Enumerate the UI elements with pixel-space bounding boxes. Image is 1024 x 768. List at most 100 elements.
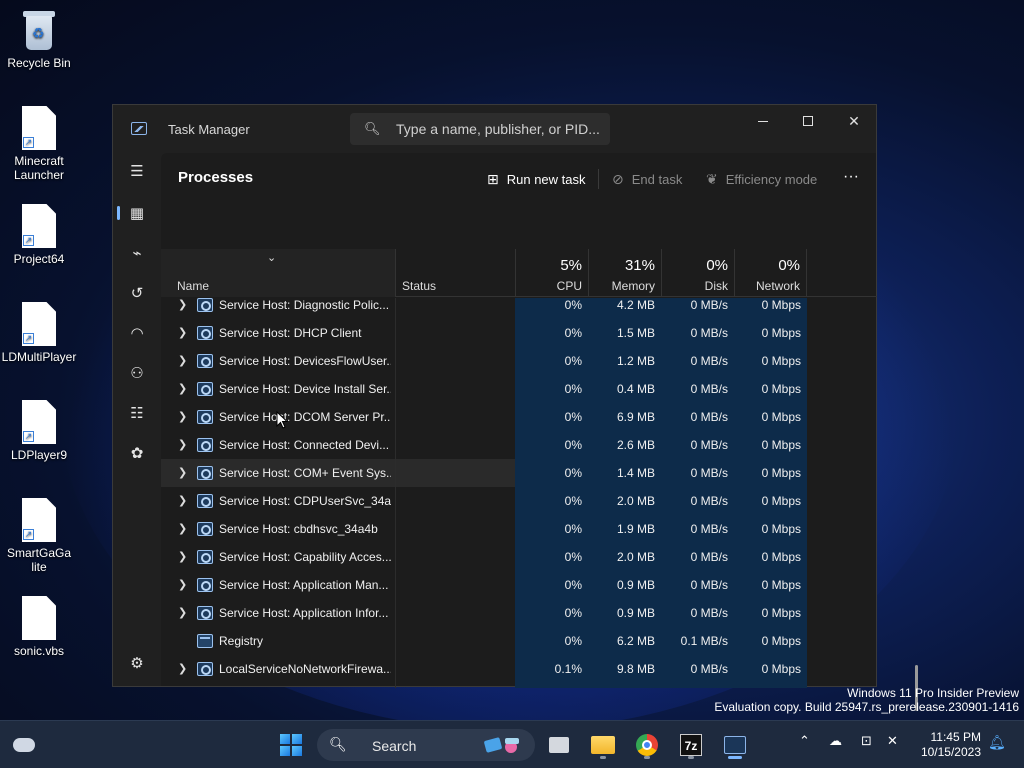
process-status-cell [395,431,515,459]
table-row[interactable]: ❯ Service Host: DHCP Client 0% 1.5 MB 0 MB/s… [161,319,807,347]
table-row[interactable]: Registry 0% 6.2 MB 0.1 MB/s 0 Mbps [161,627,807,655]
column-header-disk[interactable]: 0% Disk [661,249,734,297]
task-view-button[interactable] [543,729,575,761]
volume-muted-icon[interactable]: ✕ [887,733,898,749]
desktop-icon-project64[interactable]: ↗ Project64 [0,204,78,266]
efficiency-mode-button[interactable]: ❦ Efficiency mode [706,165,817,193]
watermark-line-2: Evaluation copy. Build 25947.rs_prerelea… [714,700,1019,714]
column-header-name[interactable]: ⌄ Name [161,249,395,297]
expand-chevron-icon[interactable]: ❯ [178,431,187,459]
table-row[interactable]: ❯ LocalServiceNoNetworkFirewa... 0.1% 9.8 M… [161,655,807,683]
table-row[interactable]: ❯ Service Host: CDPUserSvc_34a... 0% 2.0 MB… [161,487,807,515]
expand-chevron-icon[interactable]: ❯ [178,319,187,347]
nav-users[interactable]: ⚇ [119,355,155,391]
desktop-icon-minecraft-launcher[interactable]: ↗ Minecraft Launcher [0,106,78,182]
table-row[interactable]: ❯ Service Host: Application Man... 0% 0.9 M… [161,571,807,599]
table-row[interactable]: ❯ Local Security Authority Proce... 0%5.5 … [161,683,807,688]
expand-chevron-icon[interactable]: ❯ [178,375,187,403]
process-memory: 2.0 MB [588,543,661,571]
table-row[interactable]: ❯ Service Host: COM+ Event Sys... 0% 1.4 MB… [161,459,807,487]
processes-icon: ▦ [129,205,145,222]
network-icon[interactable]: ⊡ [861,733,872,749]
nav-settings[interactable]: ⚙ [119,645,155,681]
performance-icon: ⌁ [132,245,142,262]
desktop-icon-smartgaga-lite[interactable]: ↗ SmartGaGa lite [0,498,78,574]
expand-chevron-icon[interactable]: ❯ [178,298,187,319]
service-gear-icon [197,522,213,536]
table-row[interactable]: ❯ Service Host: DCOM Server Pr... 0% 6.9 MB… [161,403,807,431]
end-task-button[interactable]: ⊘ End task [612,165,682,193]
expand-chevron-icon[interactable]: ❯ [178,571,187,599]
process-name: Service Host: Device Install Ser... [219,382,391,396]
process-cpu: 0% [515,515,588,543]
disk-total-percent: 0% [706,257,728,274]
minimize-button[interactable] [740,105,786,137]
column-header-cpu[interactable]: 5% CPU [515,249,588,297]
desktop-icon-sonic-vbs[interactable]: sonic.vbs [0,596,78,658]
windows-logo-icon [280,734,302,756]
table-row[interactable]: ❯ Service Host: Device Install Ser... 0% 0.… [161,375,807,403]
process-name-cell: ❯ Service Host: COM+ Event Sys... [161,459,395,487]
expand-chevron-icon[interactable]: ❯ [178,599,187,627]
show-hidden-icons-chevron-icon[interactable]: ⌃ [799,733,810,749]
desktop-icon-ldmultiplayer[interactable]: ↗ LDMultiPlayer [0,302,78,364]
service-gear-icon [197,298,213,312]
desktop-icon-recycle-bin[interactable]: ♻ Recycle Bin [0,8,78,70]
title-bar[interactable]: Task Manager 🔍︎ ✕ [113,105,876,153]
onedrive-icon[interactable]: ☁ [829,733,842,749]
file-explorer-button[interactable] [587,729,619,761]
process-name: Service Host: Diagnostic Polic... [219,298,390,312]
start-button[interactable] [275,729,307,761]
column-header-network[interactable]: 0% Network [734,249,807,297]
maximize-button[interactable] [785,105,831,137]
notification-bell-icon[interactable]: 🔔︎ [988,734,1006,751]
process-network: 0 Mbps [734,599,807,627]
taskbar-search-box[interactable]: 🔍︎ Search [317,729,535,761]
hamburger-menu-button[interactable]: ☰ [119,153,155,189]
minimize-icon [758,120,768,122]
task-manager-taskbar-button[interactable] [719,729,751,761]
shortcut-file-icon: ↗ [22,400,56,444]
close-button[interactable]: ✕ [831,105,877,137]
service-gear-icon [197,606,213,620]
table-row[interactable]: ❯ Service Host: Capability Acces... 0% 2.0 … [161,543,807,571]
more-options-button[interactable]: ··· [839,165,863,193]
expand-chevron-icon[interactable]: ❯ [178,347,187,375]
expand-chevron-icon[interactable]: ❯ [178,543,187,571]
desktop-icon-ldplayer9[interactable]: ↗ LDPlayer9 [0,400,78,462]
process-cpu: 0% [515,683,588,688]
service-gear-icon [197,550,213,564]
process-disk: 0 MB/s [661,599,734,627]
table-row[interactable]: ❯ Service Host: Application Infor... 0% 0.9… [161,599,807,627]
process-name-cell: ❯ Service Host: Application Infor... [161,599,395,627]
table-row[interactable]: ❯ Service Host: DevicesFlowUser... 0% 1.2 M… [161,347,807,375]
nav-processes[interactable]: ▦ [117,195,155,231]
process-search-box[interactable]: 🔍︎ [350,113,610,145]
process-search-input[interactable] [396,119,601,139]
nav-performance[interactable]: ⌁ [119,235,155,271]
expand-chevron-icon[interactable]: ❯ [178,515,187,543]
nav-details[interactable]: ☷ [119,395,155,431]
run-new-task-button[interactable]: ⊞ Run new task [487,165,586,193]
column-header-status[interactable]: Status [395,249,515,297]
weather-widget-button[interactable] [8,729,40,761]
process-name: Local Security Authority Proce... [219,683,391,688]
table-row[interactable]: ❯ Service Host: cbdhsvc_34a4b 0% 1.9 MB 0 MB… [161,515,807,543]
nav-services[interactable]: ✿ [119,435,155,471]
expand-chevron-icon[interactable]: ❯ [178,487,187,515]
chrome-button[interactable] [631,729,663,761]
expand-chevron-icon[interactable]: ❯ [178,459,187,487]
expand-chevron-icon[interactable]: ❯ [178,655,187,683]
processes-pane: Processes ⊞ Run new task ⊘ End task ❦ Ef… [161,153,918,711]
table-row[interactable]: ❯ Service Host: Diagnostic Polic... 0% 4.2 … [161,298,807,319]
column-header-memory[interactable]: 31% Memory [588,249,661,297]
expand-chevron-icon[interactable]: ❯ [178,403,187,431]
process-cpu: 0% [515,543,588,571]
taskbar: 🔍︎ Search 7z ⌃ ☁ ⊡ ✕ 11:45 PM 10/15/2023… [0,720,1024,768]
table-row[interactable]: ❯ Service Host: Connected Devi... 0% 2.6 MB… [161,431,807,459]
expand-chevron-icon[interactable]: ❯ [178,683,187,688]
7zip-button[interactable]: 7z [675,729,707,761]
system-clock[interactable]: 11:45 PM 10/15/2023 [915,730,981,760]
nav-app-history[interactable]: ↺ [119,275,155,311]
nav-startup-apps[interactable]: ◠ [119,315,155,351]
